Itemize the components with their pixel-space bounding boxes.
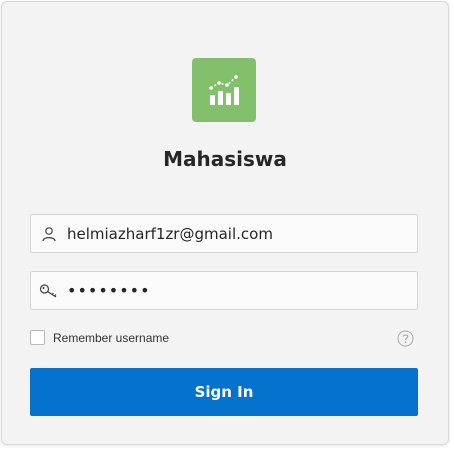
remember-username[interactable]: Remember username [30,330,169,345]
app-logo [192,58,256,122]
chart-growth-icon [209,75,239,105]
user-icon [31,215,67,252]
password-field[interactable] [30,271,418,310]
remember-label: Remember username [53,330,170,345]
username-input[interactable] [67,218,407,249]
key-icon [31,272,67,309]
username-field[interactable] [30,214,418,253]
help-icon[interactable] [397,330,414,347]
sign-in-button[interactable]: Sign In [30,368,418,416]
login-card: Mahasiswa Remember username Sign In [1,1,449,445]
app-title: Mahasiswa [163,147,287,171]
password-input[interactable] [67,275,407,306]
remember-checkbox[interactable] [30,330,45,345]
